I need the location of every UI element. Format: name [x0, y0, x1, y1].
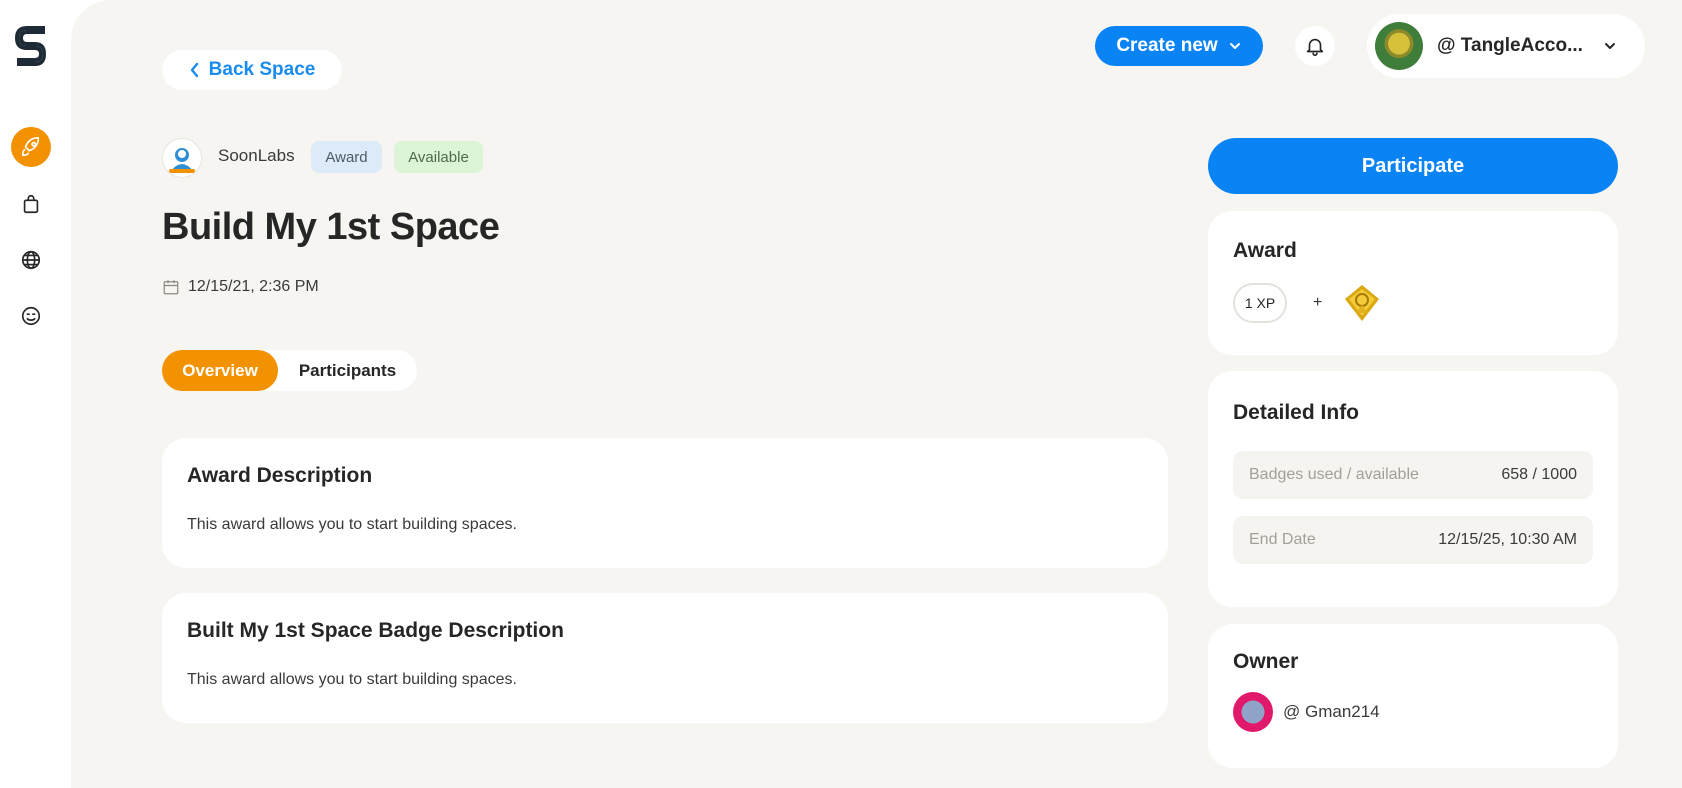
award-description-card: Award Description This award allows you … — [162, 438, 1168, 568]
back-space-button[interactable]: Back Space — [162, 50, 342, 90]
award-description-title: Award Description — [187, 464, 373, 487]
soonlabs-logo — [169, 148, 195, 173]
calendar-icon — [163, 280, 179, 295]
badge-description-title: Built My 1st Space Badge Description — [187, 619, 564, 642]
xp-pill: 1 XP — [1233, 283, 1287, 323]
account-menu[interactable]: @ TangleAcco... — [1367, 14, 1645, 78]
info-label: Badges used / available — [1249, 466, 1419, 483]
info-row-end-date: End Date 12/15/25, 10:30 AM — [1233, 516, 1593, 564]
owner-title: Owner — [1233, 650, 1299, 673]
owner-card: Owner @ Gman214 — [1208, 624, 1618, 768]
participate-button[interactable]: Participate — [1208, 138, 1618, 194]
notifications-button[interactable] — [1295, 26, 1335, 66]
available-badge: Available — [394, 141, 483, 173]
owner-row[interactable]: @ Gman214 — [1233, 692, 1593, 732]
info-label: End Date — [1249, 531, 1316, 548]
owner-avatar — [1233, 692, 1273, 732]
create-new-label: Create new — [1116, 35, 1218, 56]
nav-members[interactable] — [11, 296, 51, 336]
tabs: Overview Participants — [162, 350, 417, 391]
space-date: 12/15/21, 2:36 PM — [188, 278, 319, 295]
tab-overview[interactable]: Overview — [162, 350, 278, 391]
info-value: 12/15/25, 10:30 AM — [1438, 531, 1577, 548]
date-row: 12/15/21, 2:36 PM — [162, 278, 319, 296]
create-new-button[interactable]: Create new — [1095, 26, 1263, 66]
award-card: Award 1 XP + — [1208, 211, 1618, 355]
award-description-text: This award allows you to start building … — [187, 516, 517, 533]
nav-spaces[interactable] — [11, 240, 51, 280]
account-avatar — [1375, 22, 1423, 70]
owner-name: @ Gman214 — [1283, 702, 1380, 721]
award-badge: Award — [311, 141, 382, 173]
account-name: @ TangleAcco... — [1437, 35, 1583, 56]
shopping-bag-icon — [23, 194, 39, 214]
chevron-down-icon — [1604, 43, 1615, 49]
info-value: 658 / 1000 — [1501, 466, 1577, 483]
badge-icon[interactable] — [1342, 283, 1382, 323]
plus-sign: + — [1313, 294, 1323, 311]
nav-discover[interactable] — [11, 127, 51, 167]
info-row-badges: Badges used / available 658 / 1000 — [1233, 451, 1593, 499]
detailed-info-card: Detailed Info Badges used / available 65… — [1208, 371, 1618, 607]
nav-marketplace[interactable] — [11, 184, 51, 224]
award-row: 1 XP + — [1233, 283, 1593, 323]
rocket-icon — [21, 137, 40, 157]
smiley-icon — [21, 306, 41, 326]
badge-description-text: This award allows you to start building … — [187, 671, 517, 688]
bell-icon — [1306, 38, 1324, 56]
page-title: Build My 1st Space — [162, 206, 500, 248]
badge-description-card: Built My 1st Space Badge Description Thi… — [162, 593, 1168, 723]
chevron-down-icon — [1229, 43, 1240, 49]
detailed-info-title: Detailed Info — [1233, 401, 1360, 424]
space-name[interactable]: SoonLabs — [218, 146, 295, 166]
tab-participants[interactable]: Participants — [278, 350, 417, 391]
space-avatar[interactable] — [162, 138, 202, 178]
globe-icon — [21, 250, 41, 270]
award-card-title: Award — [1233, 239, 1297, 262]
back-space-label: Back Space — [208, 59, 316, 80]
sidebar — [0, 0, 72, 788]
chevron-left-icon — [190, 62, 198, 78]
soonaverse-logo[interactable] — [15, 24, 47, 68]
